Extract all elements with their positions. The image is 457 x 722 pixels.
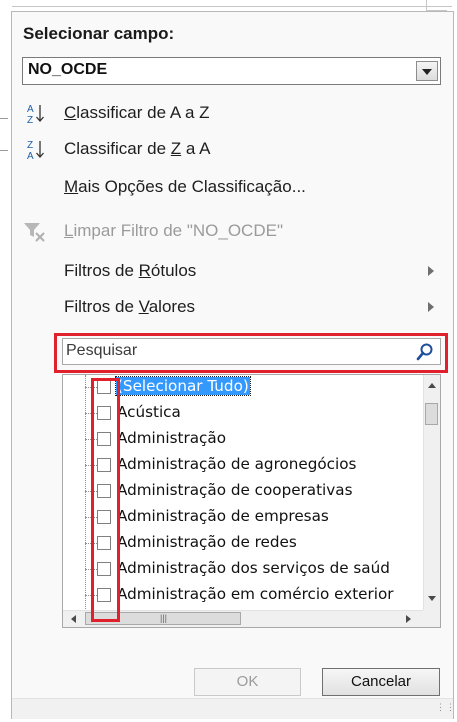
list-item-label: Administração em comércio exterior — [117, 585, 394, 603]
menu-label-filters-label: Filtros de Rótulos — [64, 261, 197, 280]
grip-icon: ||| — [160, 613, 168, 623]
svg-text:A: A — [27, 151, 34, 161]
menu-clear-filter[interactable]: Limpar Filtro de "NO_OCDE" — [12, 214, 453, 248]
sheet-gridline — [12, 6, 452, 7]
checkbox-highlight-box — [91, 378, 120, 622]
scroll-right-icon[interactable] — [406, 615, 411, 623]
submenu-arrow-icon — [428, 302, 434, 312]
list-item-label: Administração — [117, 429, 226, 447]
menu-more-sort-options[interactable]: Mais Opções de Classificação... — [12, 170, 453, 204]
chevron-down-icon — [422, 69, 432, 75]
sort-descending-icon: Z A — [27, 140, 44, 161]
menu-sort-a-to-z[interactable]: A Z Classificar de A a Z — [12, 96, 453, 130]
scroll-left-icon[interactable] — [71, 615, 76, 623]
list-item-label: Administração de cooperativas — [117, 481, 353, 499]
submenu-arrow-icon — [428, 266, 434, 276]
search-highlight-box — [54, 333, 448, 373]
menu-label-filters[interactable]: Filtros de Rótulos — [12, 254, 453, 288]
svg-text:Z: Z — [27, 115, 33, 125]
sort-ascending-icon: A Z — [27, 104, 44, 125]
resize-bar — [12, 698, 453, 719]
ok-button[interactable]: OK — [194, 668, 301, 696]
field-select-value: NO_OCDE — [28, 61, 108, 78]
resize-grip-icon[interactable]: ⋮⋮ — [436, 703, 455, 716]
menu-value-filters[interactable]: Filtros de Valores — [12, 290, 453, 324]
list-item-label: (Selecionar Tudo) — [115, 376, 251, 396]
menu-clear-filter-label: Limpar Filtro de "NO_OCDE" — [64, 221, 283, 240]
scroll-up-icon[interactable] — [428, 383, 436, 388]
menu-value-filters-label: Filtros de Valores — [64, 297, 196, 316]
list-item-label: Administração dos serviços de saúd — [117, 559, 390, 577]
list-item-label: Administração de agronegócios — [117, 455, 357, 473]
sheet-edge-tick — [0, 118, 8, 119]
scroll-down-icon[interactable] — [428, 596, 436, 601]
clear-filter-icon — [24, 223, 45, 242]
svg-text:Z: Z — [27, 140, 33, 151]
list-item-label: Administração de redes — [117, 533, 297, 551]
vertical-scroll-thumb[interactable] — [425, 403, 438, 425]
cancel-button[interactable]: Cancelar — [322, 668, 440, 696]
scroll-corner — [423, 610, 440, 627]
select-field-label: Selecionar campo: — [23, 24, 175, 43]
menu-more-sort-options-label: Mais Opções de Classificação... — [64, 177, 306, 196]
vertical-scrollbar[interactable] — [423, 375, 440, 611]
list-item-label: Administração de empresas — [117, 507, 329, 525]
menu-sort-z-to-a-label: Classificar de Z a A — [64, 139, 211, 158]
field-select-dropdown-button[interactable] — [416, 61, 438, 81]
field-select[interactable]: NO_OCDE — [22, 57, 441, 85]
svg-text:A: A — [27, 104, 34, 115]
sheet-cell-corner — [426, 0, 447, 11]
sheet-edge-tick — [0, 150, 8, 151]
menu-sort-z-to-a[interactable]: Z A Classificar de Z a A — [12, 132, 453, 166]
list-item-label: Acústica — [117, 403, 181, 421]
menu-sort-a-to-z-label: Classificar de A a Z — [64, 103, 210, 122]
